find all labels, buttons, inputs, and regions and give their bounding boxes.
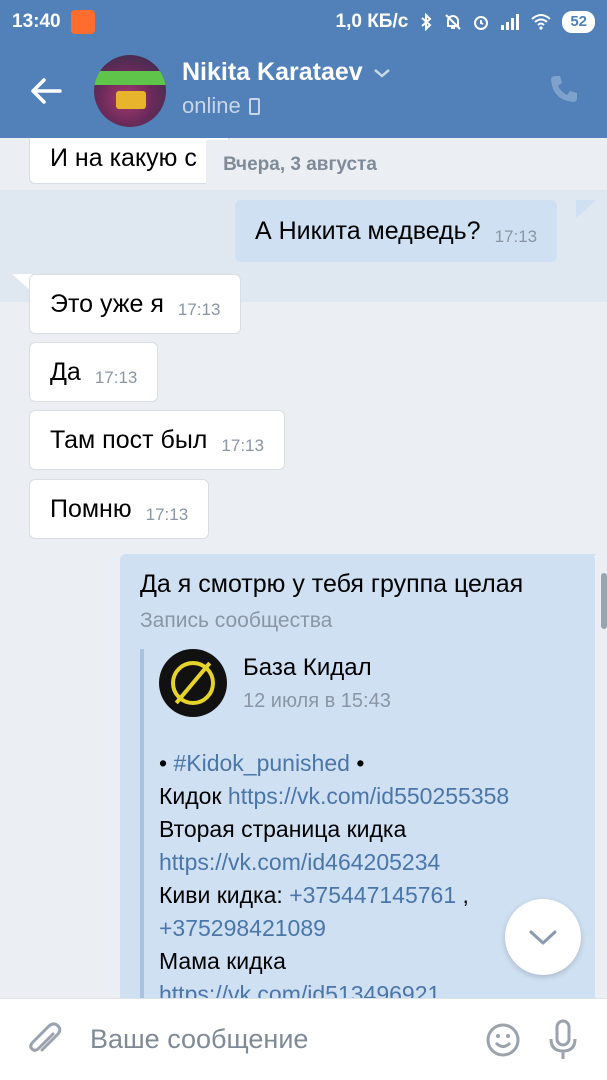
message-composer: Ваше сообщение xyxy=(0,998,607,1080)
comma: , xyxy=(462,882,469,908)
bubble-tail xyxy=(576,200,596,218)
notification-icon xyxy=(70,10,95,34)
hashtag-link[interactable]: #Kidok_punished xyxy=(173,750,349,776)
chat-header: Nikita Karataev online xyxy=(0,44,607,138)
message-time: 17:13 xyxy=(221,436,264,455)
bluetooth-icon xyxy=(421,13,432,31)
post-line: • #Kidok_punished • xyxy=(159,747,575,780)
emoji-button[interactable] xyxy=(473,999,533,1080)
contact-avatar[interactable] xyxy=(94,55,166,127)
message-time: 17:13 xyxy=(94,368,138,387)
contact-name-text: Nikita Karataev xyxy=(182,58,363,86)
mute-bell-icon xyxy=(445,14,462,30)
phone-icon[interactable] xyxy=(547,72,581,106)
back-button[interactable] xyxy=(0,44,92,138)
avatar-banner xyxy=(94,71,166,85)
attach-button[interactable] xyxy=(0,999,90,1080)
message-incoming[interactable]: Да 17:13 xyxy=(29,342,159,402)
bubble-tail xyxy=(576,554,596,572)
post-meta: База Кидал 12 июля в 15:43 xyxy=(243,654,391,713)
post-header: База Кидал 12 июля в 15:43 xyxy=(159,649,575,717)
status-time: 13:40 xyxy=(12,11,61,32)
status-right: 1,0 КБ/с 52 xyxy=(336,11,595,33)
message-text: Помню xyxy=(50,494,132,523)
phone-link[interactable]: +375447145761 xyxy=(289,882,456,908)
emoji-icon xyxy=(486,1023,520,1056)
scroll-down-button[interactable] xyxy=(505,899,581,975)
attach-icon xyxy=(29,1022,62,1052)
message-time: 17:13 xyxy=(177,300,221,319)
message-text: Это уже я xyxy=(50,289,164,318)
scrollbar[interactable] xyxy=(601,573,607,629)
message-incoming[interactable]: Помню 17:13 xyxy=(29,479,210,539)
group-avatar[interactable] xyxy=(159,649,227,717)
post-date: 12 июля в 15:43 xyxy=(243,689,391,712)
chevron-down-icon xyxy=(373,68,390,78)
date-divider: Вчера, 3 августа xyxy=(206,140,394,190)
wifi-icon xyxy=(531,14,551,30)
post-link[interactable]: https://vk.com/id464205234 xyxy=(159,846,575,879)
shared-post-label: Запись сообщества xyxy=(140,609,333,632)
post-link[interactable]: https://vk.com/id513496921 xyxy=(159,978,575,998)
app-bar: 13:40 1,0 КБ/с 52 Nikita Karataev online xyxy=(0,0,607,138)
alarm-icon xyxy=(474,16,489,30)
mic-icon xyxy=(549,1019,577,1059)
voice-message-button[interactable] xyxy=(533,999,593,1080)
post-line: Киви кидка: +375447145761 , xyxy=(159,879,575,912)
line-label: Кидок xyxy=(159,783,222,809)
mobile-device-icon xyxy=(248,97,260,115)
avatar-logo xyxy=(116,91,146,109)
message-list[interactable]: И на какую с Вчера, 3 августа А Никита м… xyxy=(0,138,607,998)
presence-status: online xyxy=(182,93,391,119)
back-arrow-icon xyxy=(31,78,62,104)
battery-indicator: 52 xyxy=(562,11,595,33)
net-speed: 1,0 КБ/с xyxy=(335,11,409,32)
message-text: Там пост был xyxy=(50,425,208,454)
signal-icon xyxy=(501,14,520,30)
message-incoming[interactable]: Это уже я 17:13 xyxy=(29,274,242,334)
message-time: 17:13 xyxy=(145,505,189,524)
message-incoming-partial[interactable]: И на какую с xyxy=(29,138,229,184)
message-input[interactable]: Ваше сообщение xyxy=(90,1024,473,1055)
group-name[interactable]: База Кидал xyxy=(243,654,391,682)
message-time: 17:13 xyxy=(494,227,538,246)
message-incoming[interactable]: Там пост был 17:13 xyxy=(29,410,285,470)
bullet: • xyxy=(356,750,365,776)
post-link[interactable]: https://vk.com/id550255358 xyxy=(228,783,509,809)
post-line: Вторая страница кидка xyxy=(159,816,407,842)
message-text: И на какую с xyxy=(50,143,197,172)
message-text: Да я смотрю у тебя группа целая xyxy=(140,570,524,598)
message-text: А Никита медведь? xyxy=(255,216,481,245)
line-label: Киви кидка: xyxy=(159,882,283,908)
contact-name: Nikita Karataev xyxy=(182,58,391,87)
scroll-down-icon xyxy=(529,930,557,945)
status-bar: 13:40 1,0 КБ/с 52 xyxy=(0,0,607,44)
presence-text: online xyxy=(182,93,241,118)
post-line: Кидок https://vk.com/id550255358 xyxy=(159,780,575,813)
message-text: Да xyxy=(50,357,81,386)
message-outgoing[interactable]: А Никита медведь? 17:13 xyxy=(235,200,558,262)
contact-title[interactable]: Nikita Karataev online xyxy=(182,58,391,119)
bullet: • xyxy=(159,750,168,776)
